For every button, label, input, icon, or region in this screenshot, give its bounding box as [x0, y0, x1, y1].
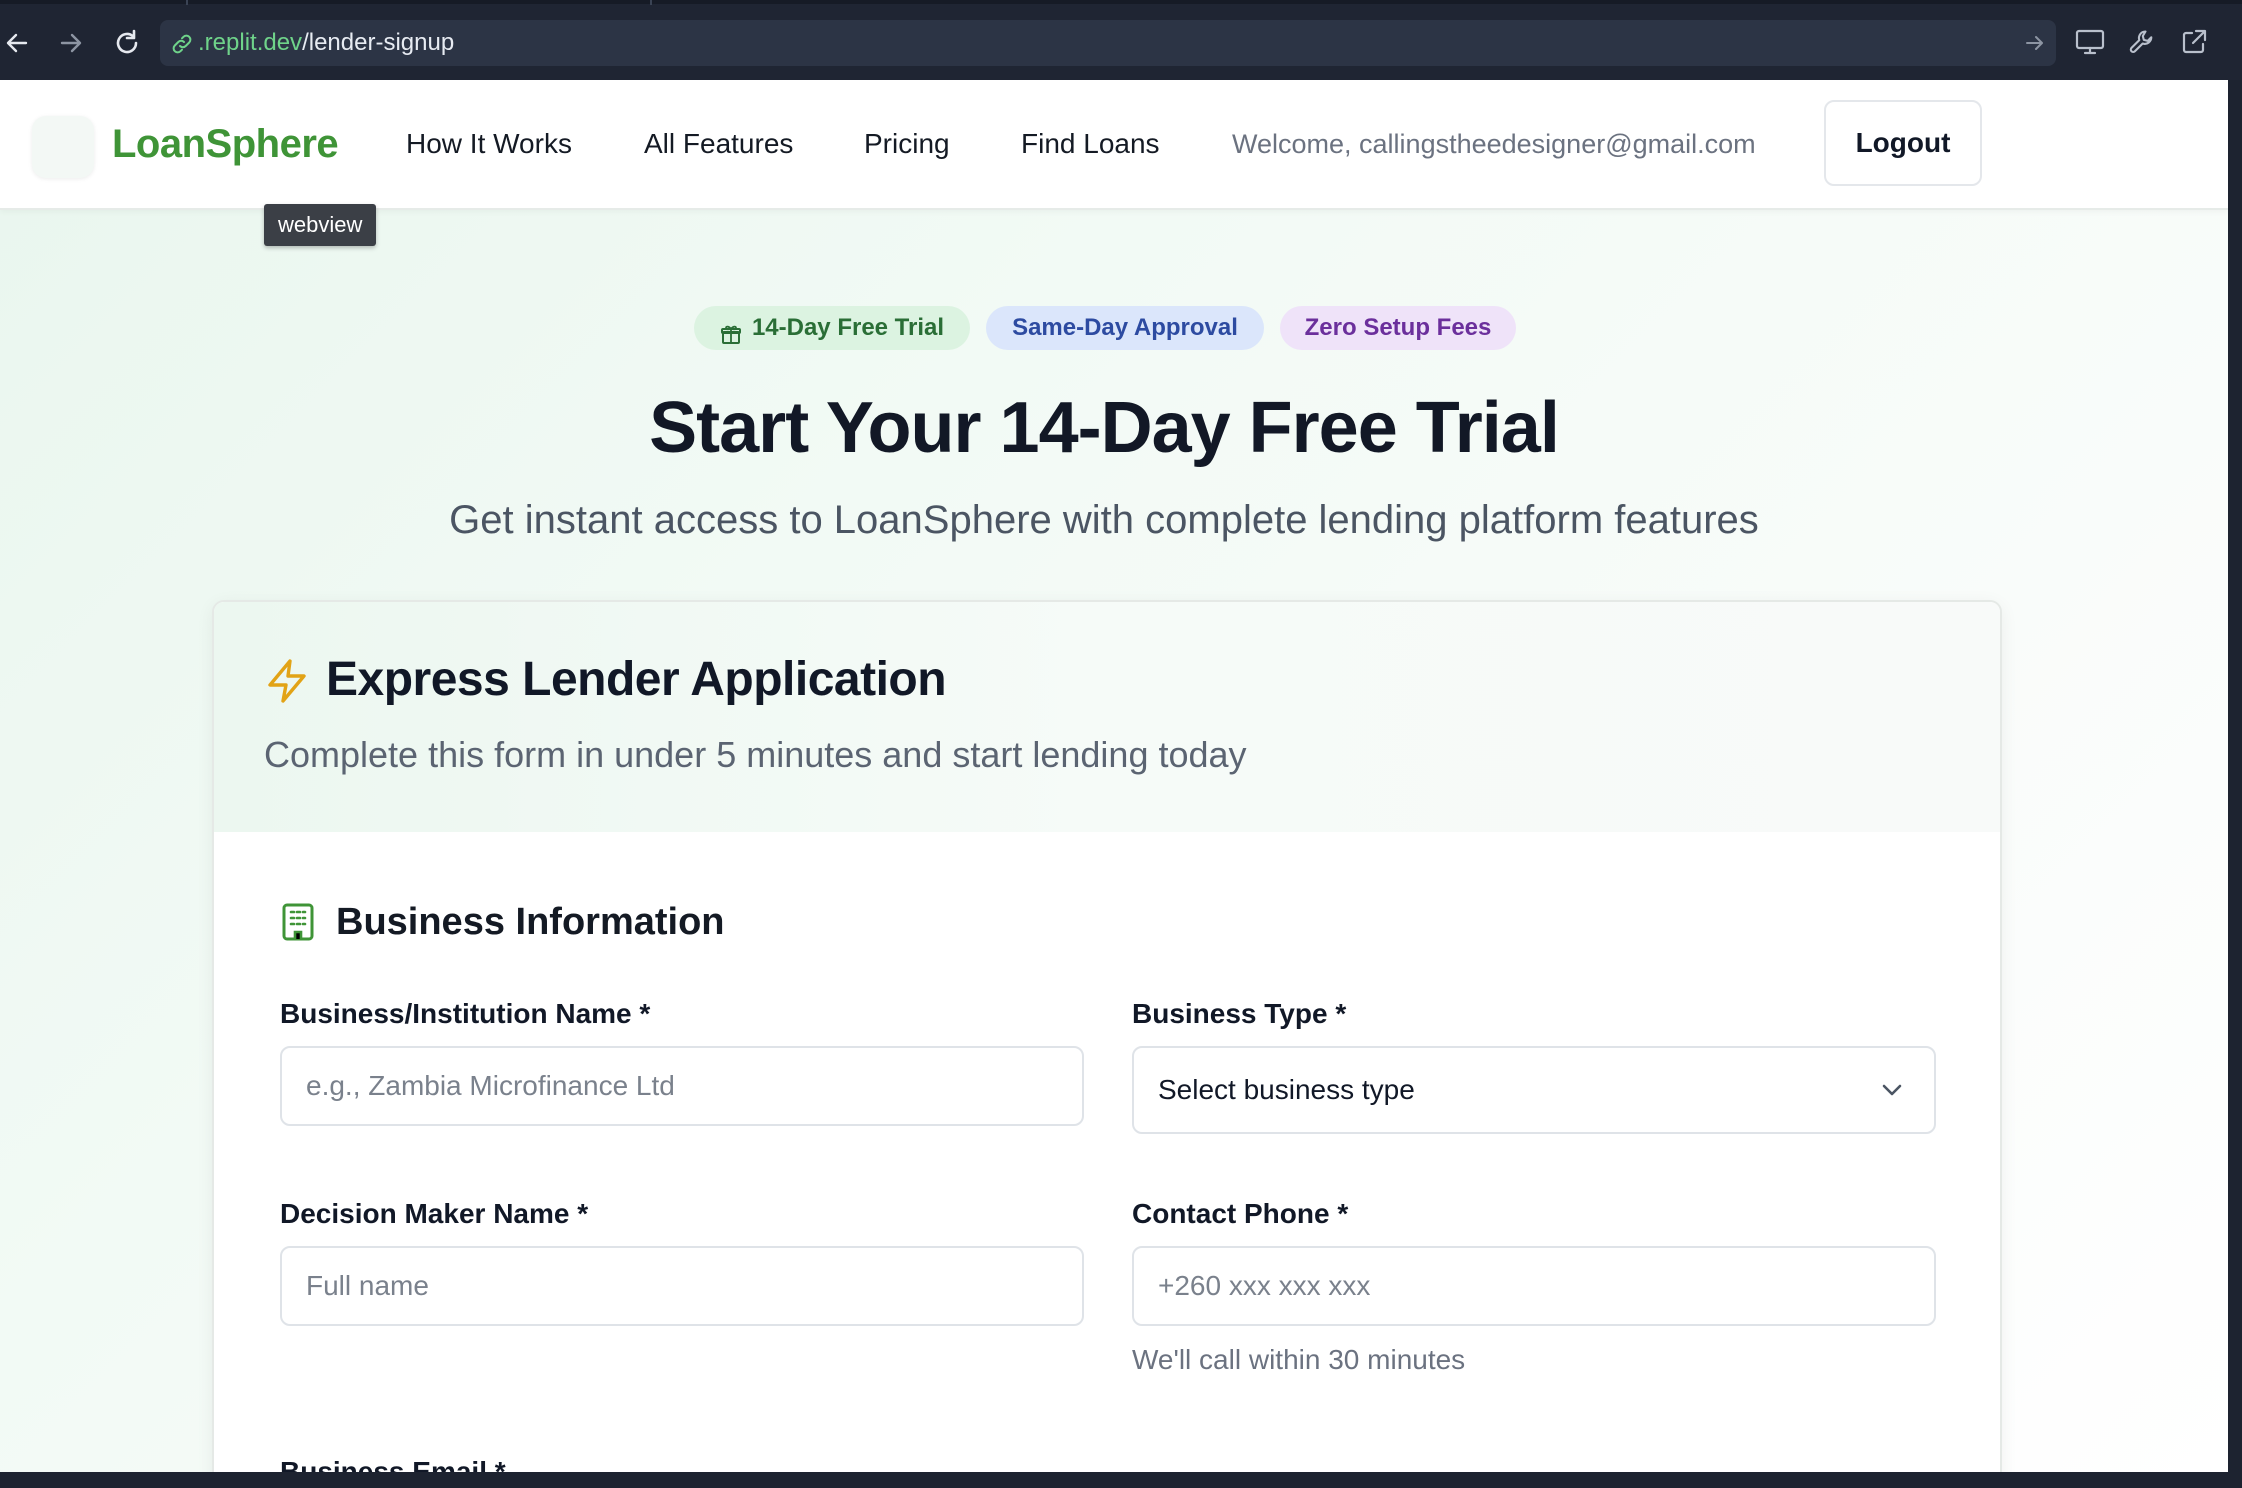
form-subtitle: Complete this form in under 5 minutes an… — [264, 734, 1247, 775]
card-header — [214, 602, 2000, 832]
tab-divider — [186, 0, 188, 5]
page-title: Start Your 14-Day Free Trial — [649, 388, 1560, 468]
browser-toolbar: .replit.dev/lender-signup — [0, 0, 2242, 80]
chevron-down-icon — [1880, 1080, 1904, 1100]
business-name-input[interactable] — [280, 1046, 1084, 1126]
back-icon[interactable] — [0, 26, 34, 60]
nav-pricing[interactable]: Pricing — [864, 80, 950, 208]
building-icon — [280, 902, 316, 942]
address-bar[interactable]: .replit.dev/lender-signup — [160, 20, 2056, 66]
business-type-select[interactable]: Select business type — [1132, 1046, 1936, 1134]
window-edge-bottom — [0, 1472, 2242, 1488]
go-arrow-icon[interactable] — [2024, 32, 2046, 59]
badge-free-trial: 14-Day Free Trial — [694, 306, 970, 350]
section-title: Business Information — [336, 901, 725, 943]
badge-zero-fees: Zero Setup Fees — [1280, 306, 1516, 350]
reload-icon[interactable] — [110, 26, 144, 60]
logo-icon[interactable] — [32, 116, 94, 178]
contact-phone-input[interactable] — [1132, 1246, 1936, 1326]
forward-icon[interactable] — [54, 26, 88, 60]
application-card: Express Lender Application Complete this… — [212, 600, 2002, 1472]
page-subtitle: Get instant access to LoanSphere with co… — [449, 498, 1759, 542]
business-name-label: Business/Institution Name * — [280, 998, 651, 1029]
gift-icon — [720, 317, 742, 344]
site-header: LoanSphere How It Works All Features Pri… — [0, 80, 2228, 210]
window-edge — [2228, 80, 2242, 1488]
nav-how-it-works[interactable]: How It Works — [406, 80, 572, 208]
nav-find-loans[interactable]: Find Loans — [1021, 80, 1160, 208]
webview: LoanSphere How It Works All Features Pri… — [0, 80, 2228, 1472]
open-external-icon[interactable] — [2176, 24, 2212, 60]
welcome-text: Welcome, callingstheedesigner@gmail.com — [1232, 129, 1756, 159]
logo-text[interactable]: LoanSphere — [112, 80, 339, 208]
webview-tooltip: webview — [264, 204, 377, 246]
nav-all-features[interactable]: All Features — [644, 80, 793, 208]
contact-phone-label: Contact Phone * — [1132, 1198, 1349, 1229]
badge-label: 14-Day Free Trial — [751, 314, 945, 341]
logout-button[interactable]: Logout — [1824, 100, 1982, 186]
business-email-label: Business Email * — [280, 1456, 506, 1472]
devices-icon[interactable] — [2072, 24, 2108, 60]
url-domain: .replit.dev — [198, 29, 303, 56]
tab-divider — [650, 0, 652, 5]
url-text: .replit.dev/lender-signup — [198, 20, 454, 66]
wrench-icon[interactable] — [2124, 24, 2160, 60]
form-title: Express Lender Application — [326, 653, 947, 706]
badge-label: Same-Day Approval — [1012, 314, 1238, 341]
decision-maker-label: Decision Maker Name * — [280, 1198, 589, 1229]
business-type-label: Business Type * — [1132, 998, 1347, 1029]
business-type-value: Select business type — [1158, 1074, 1415, 1105]
link-icon — [170, 32, 194, 61]
lightning-icon — [264, 658, 310, 704]
tab-strip — [0, 0, 2242, 4]
contact-phone-hint: We'll call within 30 minutes — [1132, 1344, 1466, 1375]
badge-same-day: Same-Day Approval — [986, 306, 1264, 350]
url-path: /lender-signup — [302, 29, 455, 56]
badge-label: Zero Setup Fees — [1304, 314, 1492, 341]
decision-maker-input[interactable] — [280, 1246, 1084, 1326]
